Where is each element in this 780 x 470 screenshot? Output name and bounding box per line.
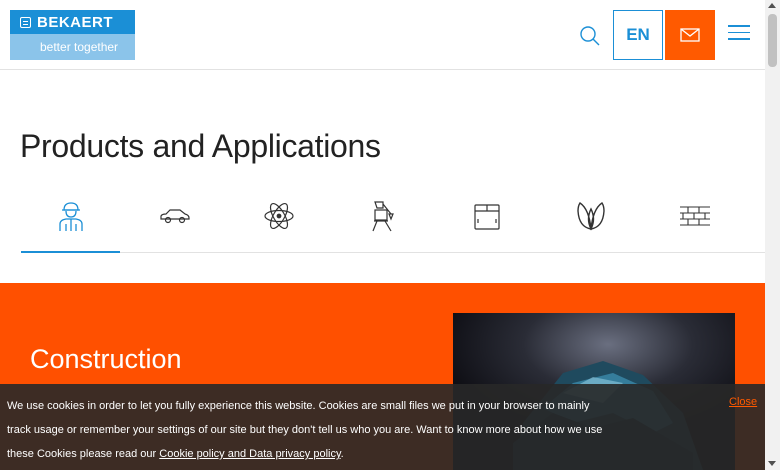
- tab-mining[interactable]: [333, 180, 432, 251]
- cookie-policy-link[interactable]: Cookie policy and Data privacy policy: [159, 448, 340, 460]
- hamburger-menu-icon[interactable]: [728, 25, 750, 45]
- language-button[interactable]: EN: [613, 10, 663, 60]
- logo-tagline: better together: [10, 34, 135, 60]
- site-header: BEKAERT better together EN: [0, 0, 765, 70]
- cookie-close-link[interactable]: Close: [729, 396, 757, 408]
- logo-mark-icon: [20, 16, 31, 28]
- contact-button[interactable]: [665, 10, 715, 60]
- tab-energy[interactable]: [229, 180, 328, 251]
- cookie-message: We use cookies in order to let you fully…: [7, 394, 607, 466]
- cookie-text-suffix: .: [340, 448, 344, 460]
- bekaert-logo[interactable]: BEKAERT better together: [10, 10, 135, 60]
- scroll-up-arrow-icon[interactable]: [768, 3, 776, 8]
- tab-automotive[interactable]: [125, 180, 224, 251]
- scrollbar[interactable]: [765, 0, 780, 470]
- logo-name: BEKAERT: [37, 13, 114, 31]
- tab-consumer-goods[interactable]: [437, 180, 536, 251]
- tab-agriculture[interactable]: [541, 180, 640, 251]
- scroll-down-arrow-icon[interactable]: [768, 461, 776, 466]
- bricks-icon: [679, 205, 710, 226]
- tab-building[interactable]: [645, 180, 744, 251]
- cookie-banner: We use cookies in order to let you fully…: [0, 384, 765, 470]
- scroll-thumb[interactable]: [768, 14, 777, 67]
- car-icon: [159, 208, 190, 223]
- atom-icon: [263, 202, 294, 229]
- tab-construction[interactable]: [21, 180, 120, 253]
- leaf-icon: [576, 201, 605, 231]
- search-icon[interactable]: [576, 22, 604, 50]
- application-tabs: [21, 180, 765, 253]
- worker-icon: [58, 201, 83, 231]
- section-title: Construction: [30, 344, 182, 374]
- box-icon: [473, 203, 500, 230]
- crane-icon: [371, 200, 394, 231]
- page-title: Products and Applications: [20, 128, 381, 164]
- mail-icon: [680, 28, 700, 42]
